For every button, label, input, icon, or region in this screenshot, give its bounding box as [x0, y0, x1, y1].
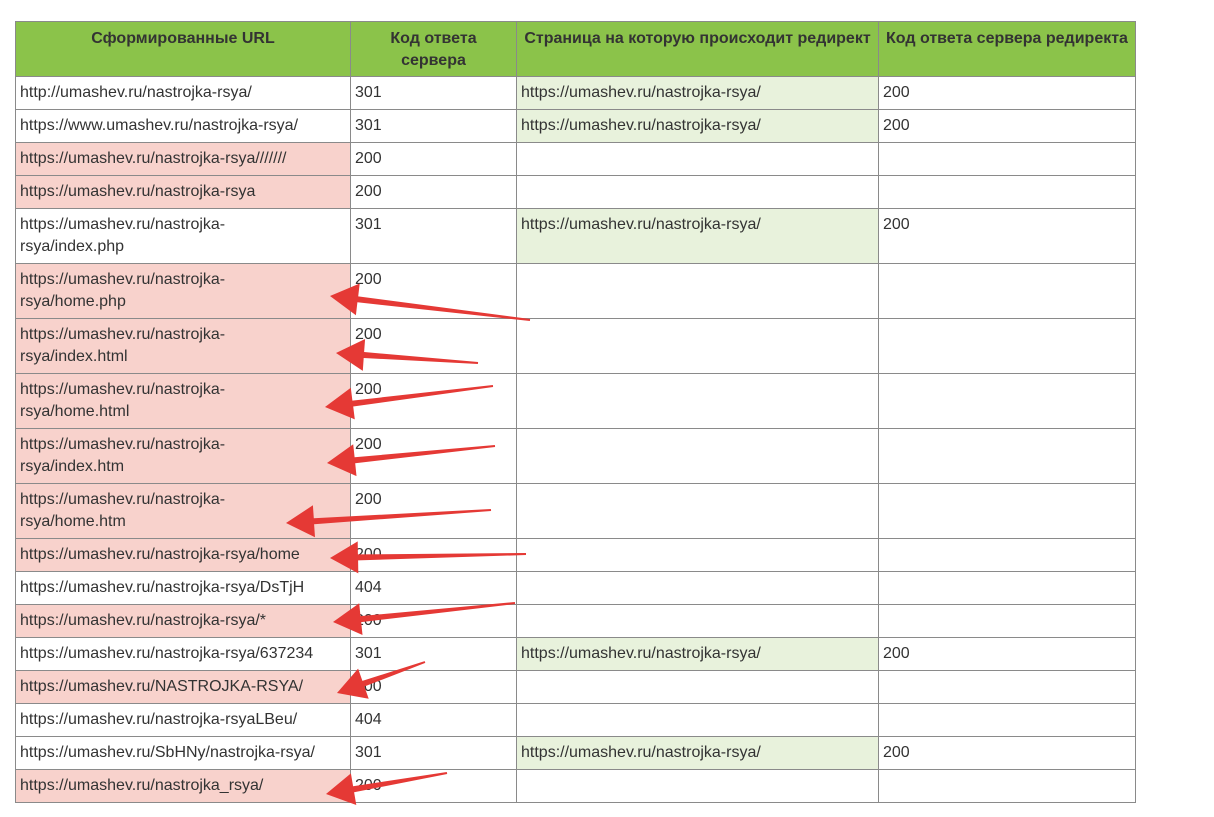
url-cell: https://umashev.ru/NASTROJKA-RSYA/	[15, 670, 351, 704]
response-code-cell: 200	[350, 373, 517, 429]
response-code-cell: 404	[350, 571, 517, 605]
url-cell: https://umashev.ru/nastrojka-rsya/index.…	[15, 318, 351, 374]
url-cell: https://umashev.ru/nastrojka-rsya/637234	[15, 637, 351, 671]
table-row: https://umashev.ru/nastrojka-rsya/home.p…	[15, 263, 1136, 319]
redirect-code-cell	[878, 703, 1136, 737]
redirect-code-cell: 200	[878, 109, 1136, 143]
redirect-page-cell	[516, 670, 879, 704]
table-row: https://umashev.ru/nastrojka-rsya/home.h…	[15, 373, 1136, 429]
url-cell: https://umashev.ru/nastrojka-rsya/index.…	[15, 208, 351, 264]
redirect-page-cell	[516, 263, 879, 319]
response-code-cell: 200	[350, 428, 517, 484]
redirect-code-cell	[878, 604, 1136, 638]
url-cell: https://umashev.ru/nastrojka-rsya/home.p…	[15, 263, 351, 319]
url-cell: https://umashev.ru/nastrojka-rsya/*	[15, 604, 351, 638]
redirect-code-cell: 200	[878, 76, 1136, 110]
table-row: http://umashev.ru/nastrojka-rsya/301 http…	[15, 76, 1136, 110]
redirect-page-cell	[516, 318, 879, 374]
table-header-row: Сформированные URL Код ответа сервера Ст…	[15, 21, 1136, 77]
response-code-cell: 200	[350, 318, 517, 374]
url-cell: https://umashev.ru/nastrojka-rsya/DsTjH	[15, 571, 351, 605]
redirect-code-cell	[878, 373, 1136, 429]
url-cell: https://umashev.ru/nastrojka-rsya	[15, 175, 351, 209]
response-code-cell: 200	[350, 142, 517, 176]
url-cell: https://www.umashev.ru/nastrojka-rsya/	[15, 109, 351, 143]
table-row: https://umashev.ru/nastrojka-rsya/DsTjH 4…	[15, 571, 1136, 605]
redirect-page-cell: https://umashev.ru/nastrojka-rsya/	[516, 109, 879, 143]
table-row: https://umashev.ru/nastrojka-rsya/home.h…	[15, 483, 1136, 539]
response-code-cell: 200	[350, 769, 517, 803]
redirect-code-cell	[878, 263, 1136, 319]
redirect-page-cell	[516, 428, 879, 484]
redirect-code-cell	[878, 483, 1136, 539]
url-cell: https://umashev.ru/nastrojka-rsya/index.…	[15, 428, 351, 484]
table-row: https://umashev.ru/nastrojka-rsyaLBeu/40…	[15, 703, 1136, 737]
response-code-cell: 301	[350, 637, 517, 671]
url-cell: https://umashev.ru/SbHNy/nastrojka-rsya/	[15, 736, 351, 770]
redirect-code-cell	[878, 571, 1136, 605]
url-cell: https://umashev.ru/nastrojka-rsya/home	[15, 538, 351, 572]
table-row: https://umashev.ru/nastrojka-rsya/index.…	[15, 208, 1136, 264]
table-row: https://umashev.ru/SbHNy/nastrojka-rsya/…	[15, 736, 1136, 770]
response-code-cell: 200	[350, 670, 517, 704]
header-response-code: Код ответа сервера	[350, 21, 517, 77]
table-row: https://umashev.ru/nastrojka-rsya///////…	[15, 142, 1136, 176]
response-code-cell: 200	[350, 263, 517, 319]
header-redirect-page: Страница на которую происходит редирект	[516, 21, 879, 77]
response-code-cell: 200	[350, 604, 517, 638]
url-cell: https://umashev.ru/nastrojka-rsya/home.h…	[15, 483, 351, 539]
table-row: https://www.umashev.ru/nastrojka-rsya/30…	[15, 109, 1136, 143]
header-generated-url: Сформированные URL	[15, 21, 351, 77]
response-code-cell: 200	[350, 538, 517, 572]
url-cell: https://umashev.ru/nastrojka_rsya/	[15, 769, 351, 803]
redirect-code-cell: 200	[878, 637, 1136, 671]
redirect-code-cell	[878, 318, 1136, 374]
table-row: https://umashev.ru/nastrojka-rsya/* 200	[15, 604, 1136, 638]
url-cell: https://umashev.ru/nastrojka-rsya///////	[15, 142, 351, 176]
redirect-page-cell	[516, 769, 879, 803]
table-row: https://umashev.ru/nastrojka-rsya 200	[15, 175, 1136, 209]
redirect-code-cell: 200	[878, 208, 1136, 264]
response-code-cell: 301	[350, 208, 517, 264]
redirect-page-cell	[516, 142, 879, 176]
redirect-page-cell: https://umashev.ru/nastrojka-rsya/	[516, 208, 879, 264]
response-code-cell: 404	[350, 703, 517, 737]
response-code-cell: 301	[350, 76, 517, 110]
redirect-code-cell	[878, 670, 1136, 704]
redirect-page-cell	[516, 175, 879, 209]
url-redirect-table-container: Сформированные URL Код ответа сервера Ст…	[15, 21, 1136, 803]
redirect-code-cell	[878, 175, 1136, 209]
table-row: https://umashev.ru/nastrojka-rsya/index.…	[15, 428, 1136, 484]
redirect-page-cell	[516, 483, 879, 539]
url-cell: https://umashev.ru/nastrojka-rsyaLBeu/	[15, 703, 351, 737]
redirect-page-cell	[516, 538, 879, 572]
table-row: https://umashev.ru/nastrojka-rsya/637234…	[15, 637, 1136, 671]
table-body: http://umashev.ru/nastrojka-rsya/301 http…	[15, 76, 1136, 803]
redirect-page-cell: https://umashev.ru/nastrojka-rsya/	[516, 76, 879, 110]
redirect-page-cell	[516, 703, 879, 737]
table-row: https://umashev.ru/nastrojka-rsya/home 20…	[15, 538, 1136, 572]
redirect-page-cell	[516, 373, 879, 429]
table-row: https://umashev.ru/nastrojka_rsya/200	[15, 769, 1136, 803]
redirect-page-cell: https://umashev.ru/nastrojka-rsya/	[516, 736, 879, 770]
url-redirect-table: Сформированные URL Код ответа сервера Ст…	[15, 21, 1136, 803]
response-code-cell: 301	[350, 736, 517, 770]
table-row: https://umashev.ru/NASTROJKA-RSYA/200	[15, 670, 1136, 704]
redirect-page-cell	[516, 571, 879, 605]
header-redirect-response-code: Код ответа сервера редиректа	[878, 21, 1136, 77]
redirect-page-cell: https://umashev.ru/nastrojka-rsya/	[516, 637, 879, 671]
response-code-cell: 200	[350, 175, 517, 209]
redirect-code-cell	[878, 538, 1136, 572]
url-cell: https://umashev.ru/nastrojka-rsya/home.h…	[15, 373, 351, 429]
table-row: https://umashev.ru/nastrojka-rsya/index.…	[15, 318, 1136, 374]
response-code-cell: 301	[350, 109, 517, 143]
redirect-code-cell: 200	[878, 736, 1136, 770]
redirect-code-cell	[878, 142, 1136, 176]
redirect-code-cell	[878, 769, 1136, 803]
response-code-cell: 200	[350, 483, 517, 539]
url-cell: http://umashev.ru/nastrojka-rsya/	[15, 76, 351, 110]
redirect-page-cell	[516, 604, 879, 638]
redirect-code-cell	[878, 428, 1136, 484]
